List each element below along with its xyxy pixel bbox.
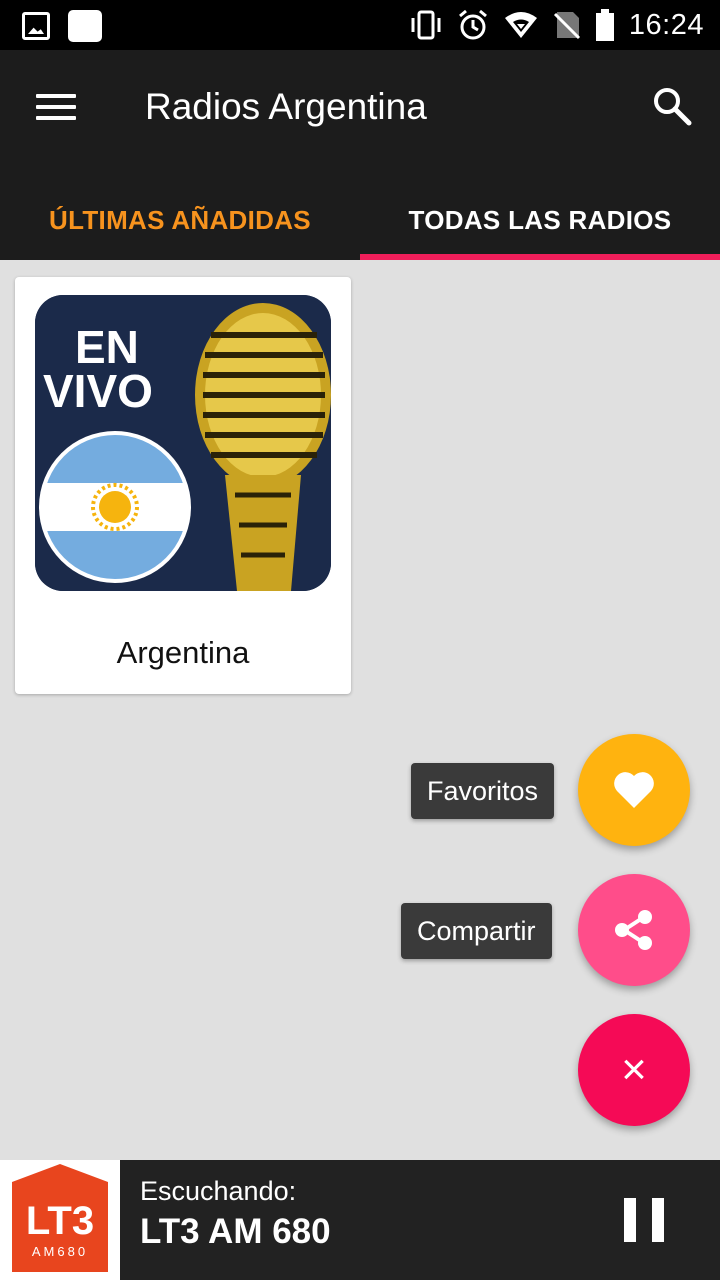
station-logo-sub: AM680	[32, 1244, 88, 1259]
share-label[interactable]: Compartir	[401, 903, 552, 959]
share-icon	[615, 910, 652, 950]
now-playing-bar[interactable]: LT3 AM680 Escuchando: LT3 AM 680	[0, 1160, 720, 1280]
wifi-icon	[504, 12, 537, 38]
art-text-vivo: VIVO	[43, 365, 153, 417]
tab-ultimas-anadidas[interactable]: ÚLTIMAS AÑADIDAS	[0, 180, 360, 260]
hamburger-icon[interactable]	[36, 94, 76, 124]
status-right: 16:24	[409, 6, 704, 44]
status-bar: 16:24	[0, 0, 720, 50]
station-logo-main: LT3	[26, 1199, 94, 1243]
pause-icon[interactable]	[624, 1198, 664, 1242]
square-icon	[68, 10, 102, 42]
radio-card-label: Argentina	[116, 635, 250, 670]
alarm-icon	[458, 9, 487, 40]
radio-card-argentina[interactable]: EN VIVO Argentina	[15, 277, 351, 694]
status-time: 16:24	[628, 8, 704, 41]
favorites-label[interactable]: Favoritos	[411, 763, 555, 819]
close-fab-button[interactable]: ×	[578, 1014, 690, 1126]
en-vivo-microphone-image: EN VIVO	[35, 295, 331, 591]
app-title: Radios Argentina	[145, 86, 427, 127]
status-left	[22, 10, 102, 42]
no-signal-icon	[553, 12, 580, 40]
vibrate-icon	[411, 10, 441, 40]
favorites-button[interactable]	[578, 734, 690, 846]
close-icon: ×	[621, 1045, 647, 1094]
tab-todas-las-radios[interactable]: TODAS LAS RADIOS	[360, 180, 720, 260]
image-icon	[22, 12, 50, 40]
station-name: LT3 AM 680	[140, 1212, 331, 1251]
app-bar: Radios Argentina ÚLTIMAS AÑADIDAS TODAS …	[0, 50, 720, 260]
heart-icon	[614, 772, 654, 808]
search-icon[interactable]	[652, 86, 692, 126]
battery-icon	[595, 9, 614, 41]
station-logo: LT3 AM680	[0, 1160, 120, 1280]
share-button[interactable]	[578, 874, 690, 986]
listening-label: Escuchando:	[140, 1176, 297, 1206]
tab-bar: ÚLTIMAS AÑADIDAS TODAS LAS RADIOS	[0, 180, 720, 260]
